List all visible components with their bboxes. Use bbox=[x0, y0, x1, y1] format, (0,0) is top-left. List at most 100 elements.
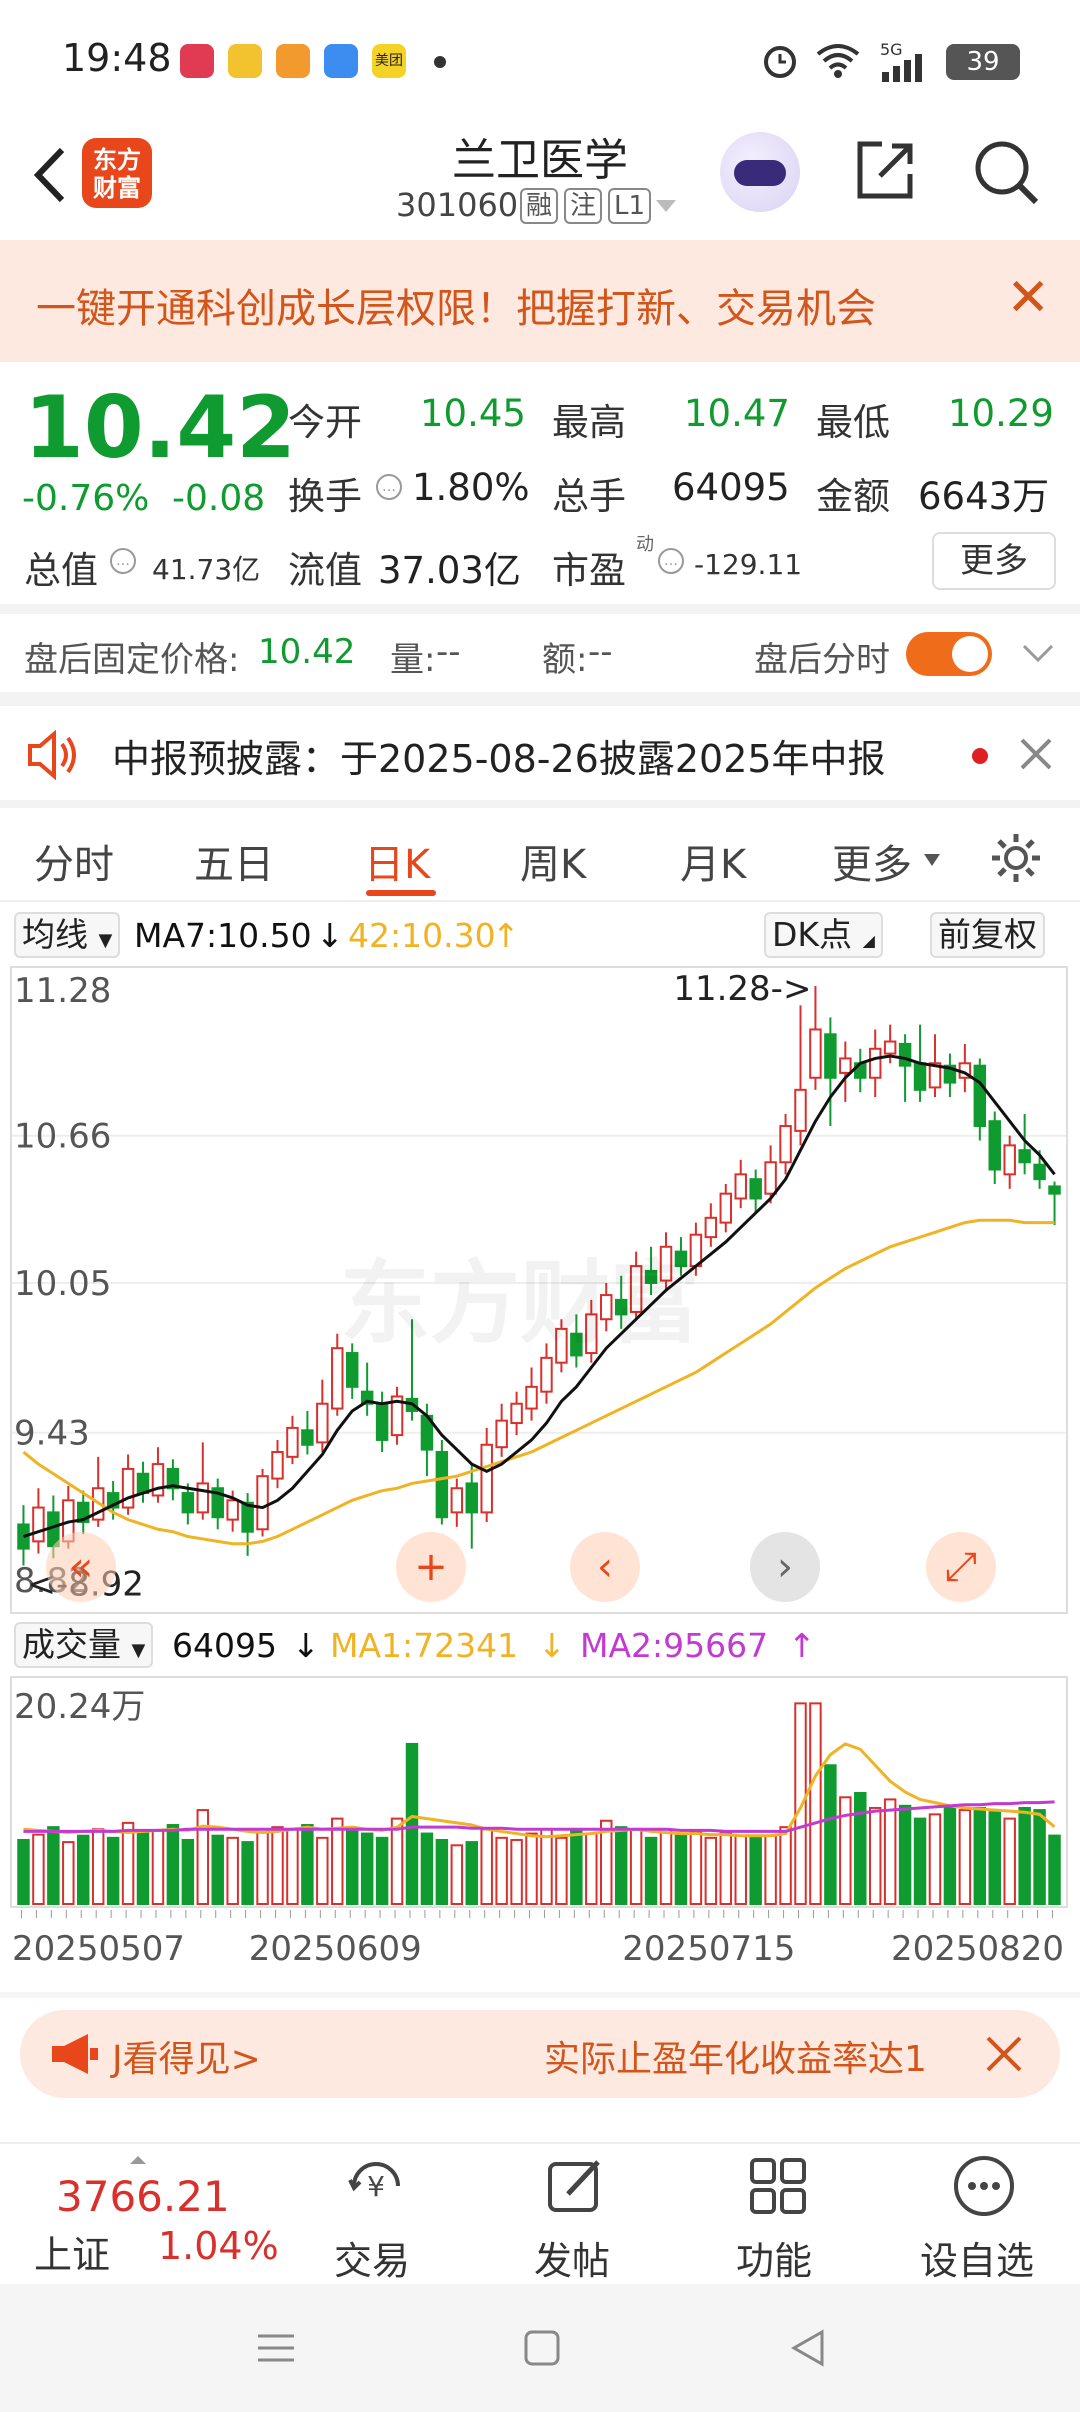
more-circle-icon bbox=[954, 2156, 1014, 2216]
candle bbox=[1048, 1185, 1061, 1195]
volume-bar bbox=[555, 1836, 568, 1905]
volume-chart-frame[interactable]: 20.24万 bbox=[10, 1676, 1068, 1908]
candle bbox=[435, 1451, 449, 1519]
candle bbox=[316, 1402, 329, 1444]
volume-bar bbox=[91, 1828, 105, 1906]
volume-label: 总手 bbox=[552, 475, 626, 518]
high-annotation: 11.28-> bbox=[673, 969, 811, 1009]
candle bbox=[794, 1088, 807, 1132]
meituan-notification-icon: 美团 bbox=[372, 44, 406, 78]
volume-bar bbox=[121, 1821, 135, 1905]
ma-select[interactable]: 均线 ▼ bbox=[14, 912, 121, 958]
close-icon[interactable] bbox=[1018, 736, 1054, 772]
chevron-down-icon[interactable] bbox=[1020, 638, 1056, 668]
after-hours-price-label: 盘后固定价格: bbox=[24, 640, 240, 680]
candle bbox=[988, 1120, 1001, 1171]
tab-more[interactable]: 更多 bbox=[832, 832, 912, 890]
volume-bar bbox=[405, 1742, 419, 1906]
candle bbox=[839, 1057, 852, 1074]
volume-bar bbox=[510, 1838, 523, 1906]
volume-bar bbox=[17, 1838, 30, 1906]
volume-bar bbox=[704, 1836, 718, 1905]
alarm-icon bbox=[764, 46, 796, 78]
app-notification-icon bbox=[276, 44, 310, 78]
chart-next-button[interactable]: › bbox=[750, 1532, 820, 1602]
ad-banner[interactable]: J看得见> 实际止盈年化收益率达1 bbox=[20, 2010, 1060, 2098]
volume-bar bbox=[256, 1831, 269, 1905]
candle bbox=[1018, 1149, 1031, 1164]
chart-fullscreen-button[interactable]: ⤢ bbox=[926, 1532, 996, 1602]
change-amount: -0.08 bbox=[172, 478, 266, 519]
promo-banner[interactable]: 一键开通科创成长层权限！把握打新、交易机会 ✕ bbox=[0, 240, 1080, 362]
volume-bar bbox=[151, 1829, 165, 1905]
candle bbox=[540, 1356, 553, 1393]
chart-zoom-in-button[interactable]: + bbox=[396, 1532, 466, 1602]
tab-monthly-k[interactable]: 月K bbox=[680, 832, 746, 890]
candle bbox=[196, 1482, 210, 1514]
ma42-value: 42:10.30 bbox=[348, 916, 496, 955]
speaker-icon bbox=[28, 730, 76, 780]
volume-bar bbox=[719, 1832, 733, 1905]
nav-watchlist[interactable]: 设自选 bbox=[916, 2144, 1056, 2284]
tab-daily-k[interactable]: 日K bbox=[364, 832, 430, 890]
volume-bar bbox=[958, 1809, 972, 1905]
candle bbox=[868, 1047, 882, 1079]
tab-weekly-k[interactable]: 周K bbox=[520, 832, 586, 890]
tab-timeshare[interactable]: 分时 bbox=[34, 832, 114, 890]
vol-ma1: MA1:72341 bbox=[330, 1626, 519, 1665]
info-icon[interactable]: … bbox=[374, 472, 404, 502]
home-square-icon[interactable] bbox=[520, 2326, 564, 2370]
info-icon[interactable]: … bbox=[108, 546, 138, 576]
open-label: 今开 bbox=[288, 401, 362, 444]
candle bbox=[779, 1125, 792, 1164]
signal-icon bbox=[882, 54, 922, 82]
after-hours-price: 10.42 bbox=[258, 632, 356, 672]
chart-prev-button[interactable]: ‹ bbox=[570, 1532, 640, 1602]
gear-icon[interactable] bbox=[988, 830, 1044, 886]
volume-indicator-select[interactable]: 成交量 ▼ bbox=[14, 1622, 154, 1668]
dropdown-caret-icon[interactable] bbox=[654, 196, 678, 216]
volume-bar bbox=[301, 1824, 314, 1905]
menu-icon[interactable] bbox=[254, 2326, 298, 2370]
volume-bar bbox=[375, 1836, 389, 1905]
battery-icon: 39 bbox=[946, 44, 1020, 80]
earnings-notice[interactable]: 中报预披露：于2025-08-26披露2025年中报 bbox=[0, 706, 1080, 802]
x-tick-label: 20250609 bbox=[249, 1929, 422, 1969]
pe-label: 市盈 bbox=[552, 549, 626, 592]
info-icon[interactable]: … bbox=[656, 546, 686, 576]
amount-value: 6643万 bbox=[918, 475, 1050, 518]
wifi-icon bbox=[816, 44, 860, 78]
nav-functions[interactable]: 功能 bbox=[730, 2144, 850, 2284]
active-tab-indicator bbox=[366, 890, 436, 896]
dropdown-caret-icon[interactable] bbox=[922, 852, 942, 868]
close-icon[interactable] bbox=[984, 2034, 1024, 2074]
volume-bar bbox=[988, 1811, 1001, 1905]
tab-five-day[interactable]: 五日 bbox=[194, 832, 274, 890]
y-tick-label: 11.28 bbox=[14, 971, 111, 1011]
ma42-up-arrow-icon: ↑ bbox=[492, 916, 520, 955]
volume-chart[interactable]: 20.24万 bbox=[12, 1678, 1066, 1906]
trade-icon: ¥ bbox=[348, 2162, 400, 2203]
divider bbox=[0, 604, 1080, 614]
adjust-button[interactable]: 前复权 bbox=[930, 912, 1045, 958]
search-icon[interactable] bbox=[972, 138, 1042, 208]
y-tick-label: 10.05 bbox=[14, 1264, 111, 1304]
nav-trade[interactable]: ¥ 交易 bbox=[330, 2144, 450, 2284]
close-icon[interactable]: ✕ bbox=[1006, 268, 1050, 328]
more-button[interactable]: 更多 bbox=[932, 532, 1056, 590]
weibo-notification-icon bbox=[228, 44, 262, 78]
edit-icon bbox=[548, 2160, 600, 2212]
x-tick-label: 20250820 bbox=[891, 1929, 1064, 1969]
candle bbox=[301, 1429, 314, 1446]
ai-assistant-avatar[interactable] bbox=[720, 132, 800, 212]
after-hours-toggle[interactable] bbox=[906, 632, 992, 676]
registration-tag: 注 bbox=[564, 188, 603, 224]
share-icon[interactable] bbox=[852, 138, 918, 204]
chart-rewind-button[interactable]: « bbox=[46, 1532, 116, 1602]
dk-point-button[interactable]: DK点 ◢ bbox=[764, 912, 883, 958]
volume-value: 64095 bbox=[672, 466, 790, 509]
nav-post[interactable]: 发帖 bbox=[530, 2144, 650, 2284]
back-triangle-icon[interactable] bbox=[786, 2326, 830, 2370]
candle bbox=[913, 1062, 927, 1091]
index-value: 3766.21 bbox=[56, 2172, 230, 2221]
